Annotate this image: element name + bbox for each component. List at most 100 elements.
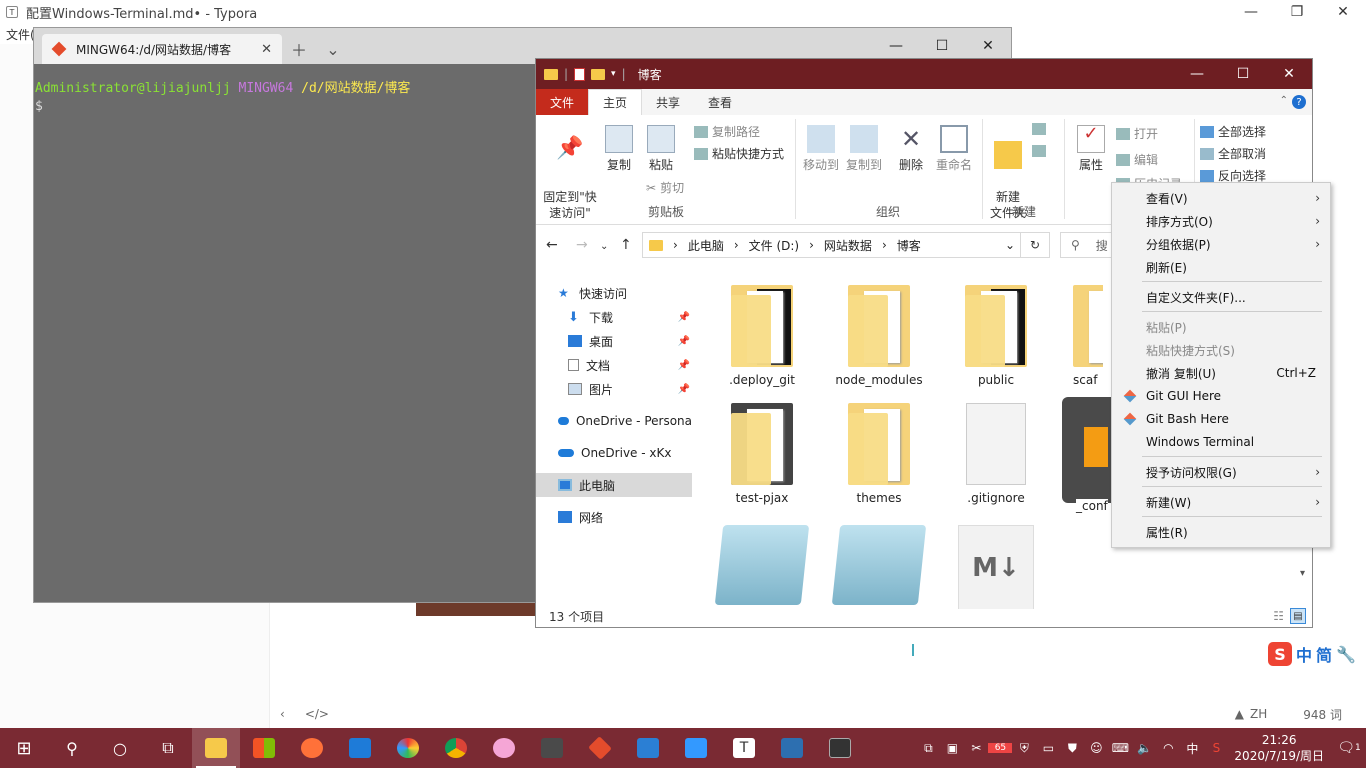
taskbar-app-blue[interactable] (624, 728, 672, 768)
qq-icon[interactable]: ☺ (1084, 741, 1108, 755)
ime-simplified[interactable]: 简 (1316, 642, 1332, 666)
list-item[interactable]: .gitignore (946, 403, 1046, 505)
breadcrumb-blog[interactable]: 博客 (897, 237, 921, 254)
tab-dropdown-icon[interactable]: ⌄ (316, 34, 350, 64)
copy-to-button[interactable]: 复制到 (844, 125, 884, 173)
list-item[interactable]: public (946, 285, 1046, 387)
properties-qa-icon[interactable] (574, 67, 586, 81)
typora-close-button[interactable]: ✕ (1320, 0, 1366, 24)
breadcrumb-site-data[interactable]: 网站数据 (824, 237, 872, 254)
taskbar-app-cube[interactable] (672, 728, 720, 768)
taskbar-firefox[interactable] (288, 728, 336, 768)
menu-item-group[interactable]: 分组依据(P) › (1112, 233, 1330, 255)
explorer-close-button[interactable]: ✕ (1266, 59, 1312, 89)
details-view-icon[interactable]: ☷ (1273, 609, 1284, 623)
breadcrumb-this-pc[interactable]: 此电脑 (688, 237, 724, 254)
search-button[interactable]: ⚲ (48, 728, 96, 768)
qa-dropdown-icon[interactable]: ▾ (611, 69, 616, 79)
typora-menu-file[interactable]: 文件( (6, 26, 35, 43)
taskbar-chrome[interactable] (432, 728, 480, 768)
menu-item-view[interactable]: 查看(V) › (1112, 187, 1330, 209)
explorer-maximize-button[interactable]: ☐ (1220, 59, 1266, 89)
menu-item-properties[interactable]: 属性(R) (1112, 521, 1330, 543)
taskbar-git[interactable] (576, 728, 624, 768)
tray-snip-icon[interactable]: ✂ (964, 741, 988, 755)
menu-item-refresh[interactable]: 刷新(E) (1112, 256, 1330, 278)
nav-quick-access[interactable]: ★ 快速访问 (536, 281, 692, 305)
menu-item-git-gui[interactable]: Git GUI Here (1112, 385, 1330, 407)
task-view-button[interactable]: ⧉ (144, 728, 192, 768)
nav-pictures[interactable]: 图片 📌 (536, 377, 692, 401)
tray-scan-icon[interactable]: ▣ (940, 741, 964, 755)
help-icon[interactable]: ? (1292, 95, 1306, 109)
paste-button[interactable]: 粘贴 (646, 125, 676, 173)
nav-this-pc[interactable]: 此电脑 (536, 473, 692, 497)
list-item[interactable]: themes (829, 403, 929, 505)
address-bar[interactable]: › 此电脑 › 文件 (D:) › 网站数据 › 博客 ⌄ (642, 232, 1050, 258)
tab-home[interactable]: 主页 (588, 89, 643, 115)
taskbar-mail[interactable] (336, 728, 384, 768)
tab-share[interactable]: 共享 (642, 89, 695, 115)
open-button[interactable]: 打开 (1116, 125, 1158, 142)
list-item[interactable]: node_modules (829, 285, 929, 387)
taskbar-terminal[interactable] (816, 728, 864, 768)
rename-button[interactable]: 重命名 (934, 125, 974, 173)
up-arrow-icon[interactable]: ↑ (620, 237, 632, 253)
cortana-button[interactable]: ○ (96, 728, 144, 768)
list-item[interactable]: M↓ (946, 525, 1046, 609)
wrench-icon[interactable]: 🔧 (1336, 645, 1356, 664)
nav-documents[interactable]: 文档 📌 (536, 353, 692, 377)
sogou-tray-icon[interactable]: S (1204, 741, 1228, 755)
menu-item-windows-terminal[interactable]: Windows Terminal (1112, 431, 1330, 453)
typora-minimize-button[interactable]: — (1228, 0, 1274, 24)
edit-button[interactable]: 编辑 (1116, 151, 1158, 168)
tray-folder-icon[interactable]: ▭ (1036, 741, 1060, 755)
tab-close-icon[interactable]: ✕ (261, 42, 272, 57)
clock[interactable]: 21:26 2020/7/19/周日 (1234, 732, 1324, 764)
security-icon[interactable]: ⛊ (1060, 741, 1084, 756)
menu-item-sort[interactable]: 排序方式(O) › (1112, 210, 1330, 232)
word-count[interactable]: 948 词 (1303, 706, 1342, 723)
taskbar-app-pink[interactable] (480, 728, 528, 768)
taskbar-sublime[interactable] (528, 728, 576, 768)
copy-button[interactable]: 复制 (604, 125, 634, 173)
wifi-icon[interactable]: ◠ (1156, 741, 1180, 755)
large-icons-view-icon[interactable]: ▤ (1290, 608, 1306, 624)
shield-icon[interactable]: ⛨ (1012, 741, 1036, 756)
tray-app-icon[interactable]: ⧉ (916, 741, 940, 756)
taskbar-browser[interactable] (384, 728, 432, 768)
list-item[interactable] (712, 525, 812, 605)
move-to-button[interactable]: 移动到 (801, 125, 841, 173)
taskbar-explorer[interactable] (192, 728, 240, 768)
source-mode-icon[interactable]: </> (305, 707, 329, 721)
menu-item-customize[interactable]: 自定义文件夹(F)... (1112, 286, 1330, 308)
volume-icon[interactable]: 🔈 (1132, 741, 1156, 755)
select-all-button[interactable]: 全部选择 (1200, 123, 1266, 140)
nav-onedrive-personal[interactable]: OneDrive - Persona (536, 409, 692, 433)
tab-file[interactable]: 文件 (536, 89, 589, 115)
menu-item-undo[interactable]: 撤消 复制(U) Ctrl+Z (1112, 362, 1330, 384)
nav-downloads[interactable]: ⬇ 下载 📌 (536, 305, 692, 329)
copy-path-button[interactable]: 复制路径 (694, 123, 760, 140)
forward-arrow-icon[interactable]: → (576, 237, 588, 253)
list-item[interactable]: test-pjax (712, 403, 812, 505)
new-folder-qa-icon[interactable] (591, 68, 606, 80)
easy-access-button[interactable] (1032, 145, 1046, 157)
menu-item-paste[interactable]: 粘贴(P) (1112, 316, 1330, 338)
notification-button[interactable]: 🗨 1 (1332, 740, 1366, 756)
nav-desktop[interactable]: 桌面 📌 (536, 329, 692, 353)
list-item[interactable] (829, 525, 929, 605)
breadcrumb-drive-d[interactable]: 文件 (D:) (749, 237, 799, 254)
properties-button[interactable]: ✓ 属性 (1074, 125, 1108, 173)
ime-toolbar[interactable]: S 中 简 🔧 (1268, 640, 1364, 668)
cut-button[interactable]: ✂ 剪切 (646, 179, 684, 196)
address-dropdown-icon[interactable]: ⌄ (1005, 238, 1015, 252)
menu-item-paste-shortcut[interactable]: 粘贴快捷方式(S) (1112, 339, 1330, 361)
new-tab-button[interactable]: ＋ (282, 34, 316, 64)
tab-view[interactable]: 查看 (694, 89, 747, 115)
refresh-icon[interactable]: ↻ (1020, 232, 1050, 258)
tray-badge[interactable]: 65 (988, 743, 1013, 753)
explorer-minimize-button[interactable]: — (1174, 59, 1220, 89)
recent-dropdown-icon[interactable]: ⌄ (600, 241, 608, 252)
taskbar-store[interactable] (240, 728, 288, 768)
